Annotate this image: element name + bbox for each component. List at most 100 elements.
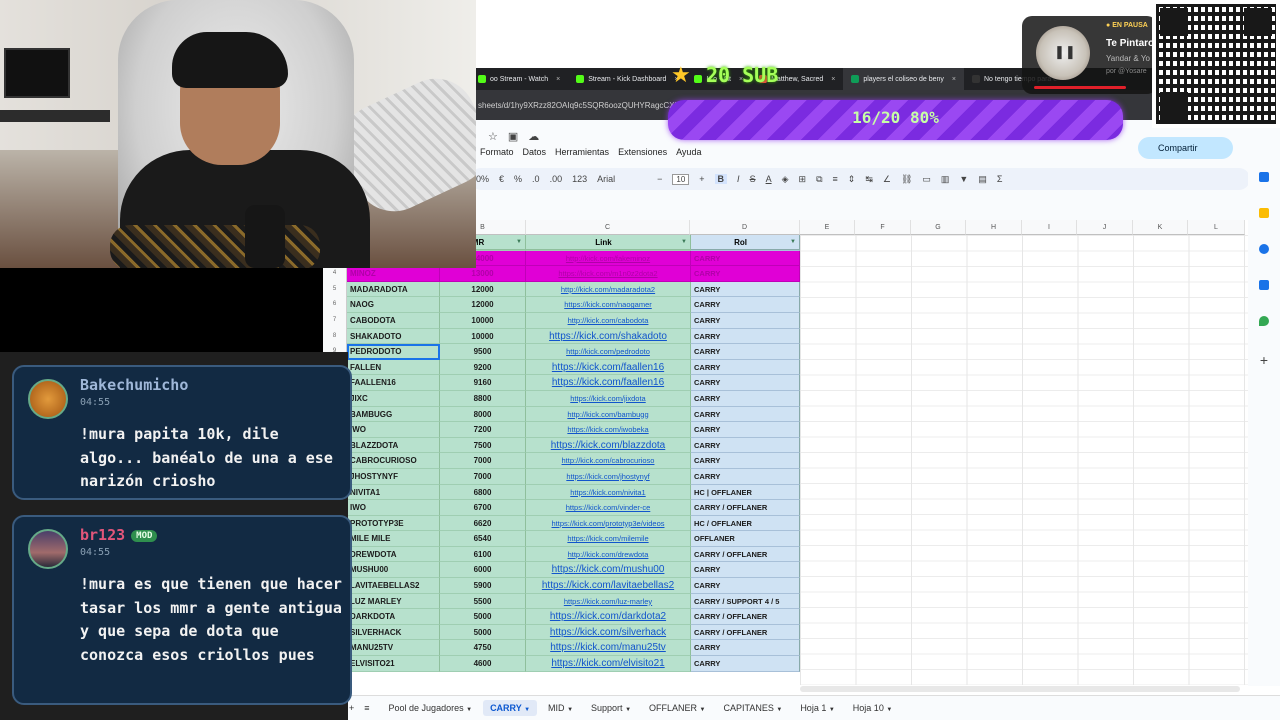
cell-player-name[interactable]: ELVISITO21 <box>347 656 440 672</box>
cell-player-name[interactable]: CABROCURIOSO <box>347 453 440 469</box>
cell-link[interactable]: http://kick.com/cabrocurioso <box>526 453 691 469</box>
cell-link[interactable]: http://kick.com/pedrodoto <box>526 344 691 360</box>
all-sheets-icon[interactable]: ≡ <box>364 703 369 713</box>
filter-views-icon[interactable]: ▤ <box>978 174 987 185</box>
filter-icon[interactable]: ▼ <box>681 235 687 250</box>
move-icon[interactable]: ▣ <box>508 130 518 143</box>
cell-role[interactable]: CARRY <box>691 281 800 298</box>
cell-mmr[interactable]: 9200 <box>440 359 526 376</box>
cell-role[interactable]: CARRY <box>691 578 800 594</box>
cell-role[interactable]: CARRY <box>691 422 800 438</box>
cell-player-name[interactable]: CABODOTA <box>347 312 440 329</box>
cell-mmr[interactable]: 4600 <box>440 656 526 672</box>
cell-link[interactable]: https://kick.com/milemile <box>526 531 691 547</box>
cell-role[interactable]: CARRY / OFFLANER <box>691 546 800 563</box>
cell-mmr[interactable]: 12000 <box>440 297 526 313</box>
cell-role[interactable]: CARRY <box>691 468 800 485</box>
strikethrough-button[interactable]: S <box>750 174 756 184</box>
cell-link[interactable]: https://kick.com/luz-marley <box>526 593 691 610</box>
close-icon[interactable]: × <box>831 76 835 83</box>
cell-mmr[interactable]: 5500 <box>440 593 526 610</box>
row-number[interactable]: 8 <box>323 328 347 345</box>
cell-mmr[interactable]: 6540 <box>440 531 526 547</box>
cell-player-name[interactable]: FALLEN <box>347 359 440 376</box>
column-header[interactable]: J <box>1077 220 1133 235</box>
cell-role[interactable]: HC | OFFLANER <box>691 484 800 501</box>
cell-mmr[interactable]: 7500 <box>440 437 526 454</box>
header-link[interactable]: Link ▼ <box>526 235 691 250</box>
menu-item[interactable]: Herramientas <box>555 147 609 157</box>
cell-link[interactable]: https://kick.com/shakadoto <box>526 328 691 345</box>
menu-item[interactable]: Datos <box>523 147 547 157</box>
column-header[interactable]: E <box>800 220 855 235</box>
cell-player-name[interactable]: PROTOTYP3E <box>347 515 440 532</box>
cell-role[interactable]: CARRY <box>691 562 800 579</box>
percent-button[interactable]: % <box>514 174 522 184</box>
cell-player-name[interactable]: MINOZ <box>347 266 440 282</box>
cell-link[interactable]: https://kick.com/lavitaebellas2 <box>526 578 691 594</box>
wrap-icon[interactable]: ↹ <box>865 174 873 185</box>
cell-role[interactable]: CARRY <box>691 640 800 657</box>
cell-player-name[interactable]: FAALLEN16 <box>347 375 440 391</box>
zoom-select[interactable]: 0% <box>476 174 489 184</box>
cell-player-name[interactable]: DREWDOTA <box>347 546 440 563</box>
sheet-tab[interactable]: Hoja 1 ▼ <box>793 700 841 716</box>
font-size-input[interactable]: 10 <box>672 173 690 185</box>
column-header[interactable]: C <box>526 220 690 235</box>
calendar-icon[interactable] <box>1259 172 1269 182</box>
cell-link[interactable]: https://kick.com/iwobeka <box>526 422 691 438</box>
menu-item[interactable]: Formato <box>480 147 514 157</box>
cell-role[interactable]: CARRY <box>691 250 800 267</box>
sheet-tab[interactable]: CARRY ▼ <box>483 700 538 716</box>
filter-icon[interactable]: ▼ <box>959 174 968 184</box>
cell-role[interactable]: CARRY <box>691 328 800 345</box>
filter-icon[interactable]: ▼ <box>790 235 796 250</box>
italic-button[interactable]: I <box>737 174 740 184</box>
cell-mmr[interactable]: 5000 <box>440 609 526 625</box>
cell-link[interactable]: https://kick.com/prototyp3e/videos <box>526 515 691 532</box>
row-number[interactable]: 7 <box>323 312 347 329</box>
align-icon[interactable]: ≡ <box>833 174 838 184</box>
text-color-button[interactable]: A <box>766 174 772 184</box>
cell-player-name[interactable]: MADARADOTA <box>347 281 440 298</box>
sheet-tab[interactable]: OFFLANER ▼ <box>642 700 712 716</box>
cell-player-name[interactable]: JHOSTYNYF <box>347 468 440 485</box>
cell-link[interactable]: https://kick.com/nivita1 <box>526 484 691 501</box>
row-number[interactable]: 4 <box>323 266 347 282</box>
cell-player-name[interactable]: MILE MILE <box>347 531 440 547</box>
merge-icon[interactable]: ⧉ <box>816 174 822 185</box>
horizontal-scrollbar[interactable] <box>800 686 1240 692</box>
row-number[interactable]: 5 <box>323 281 347 298</box>
cell-player-name[interactable]: SHAKADOTO <box>347 328 440 345</box>
sheet-tab[interactable]: MID ▼ <box>541 700 580 716</box>
close-icon[interactable]: × <box>556 76 560 83</box>
cell-player-name[interactable]: LUZ MARLEY <box>347 593 440 610</box>
cell-mmr[interactable]: 10000 <box>440 312 526 329</box>
borders-icon[interactable]: ⊞ <box>799 174 807 185</box>
cell-mmr[interactable]: 4750 <box>440 640 526 657</box>
column-header[interactable]: K <box>1133 220 1188 235</box>
cell-link[interactable]: http://kick.com/bambugg <box>526 406 691 423</box>
browser-tab[interactable]: oo Stream - Watch × <box>470 68 568 90</box>
currency-button[interactable]: € <box>499 174 504 184</box>
cell-role[interactable]: CARRY / OFFLANER <box>691 500 800 516</box>
cell-role[interactable]: OFFLANER <box>691 531 800 547</box>
cell-mmr[interactable]: 13000 <box>440 266 526 282</box>
cell-mmr[interactable]: 9160 <box>440 375 526 391</box>
cell-link[interactable]: http://kick.com/cabodota <box>526 312 691 329</box>
sheet-tab[interactable]: Hoja 10 ▼ <box>846 700 900 716</box>
column-header[interactable]: D <box>690 220 800 235</box>
cell-player-name[interactable]: SILVERHACK <box>347 624 440 641</box>
cell-role[interactable]: CARRY / OFFLANER <box>691 624 800 641</box>
cell-role[interactable]: CARRY <box>691 344 800 360</box>
cell-role[interactable]: CARRY <box>691 359 800 376</box>
menu-item[interactable]: Extensiones <box>618 147 667 157</box>
cell-player-name[interactable]: BAMBUGG <box>347 406 440 423</box>
cell-link[interactable]: https://kick.com/m1n0z2dota2 <box>526 266 691 282</box>
cell-link[interactable]: https://kick.com/silverhack <box>526 624 691 641</box>
cell-mmr[interactable]: 9500 <box>440 344 526 360</box>
cell-role[interactable]: CARRY <box>691 406 800 423</box>
cell-role[interactable]: HC / OFFLANER <box>691 515 800 532</box>
cell-mmr[interactable]: 6700 <box>440 500 526 516</box>
cell-mmr[interactable]: 7000 <box>440 468 526 485</box>
